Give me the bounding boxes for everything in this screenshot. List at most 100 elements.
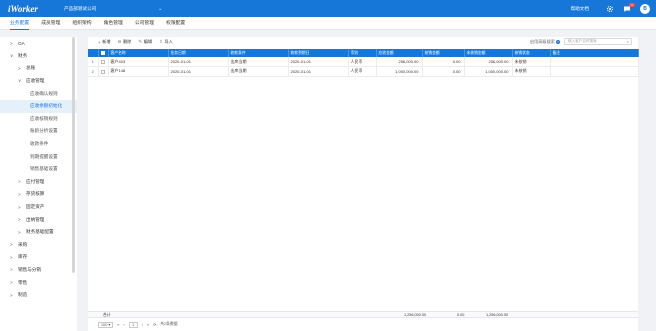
chevron-icon: > bbox=[10, 292, 13, 298]
sidebar-item[interactable]: 收款条件 bbox=[0, 138, 77, 151]
select-all-checkbox[interactable] bbox=[100, 51, 105, 55]
cell-receivable: 1,000,000.00 bbox=[376, 66, 423, 77]
chevron-icon: > bbox=[10, 40, 13, 46]
sidebar-item-label: 应付管理 bbox=[26, 178, 45, 184]
column-header[interactable]: 备注 bbox=[550, 49, 639, 57]
cell-terms: 出库当期 bbox=[228, 66, 289, 77]
chevron-icon: > bbox=[18, 217, 21, 223]
sidebar-item[interactable]: 销售基础设置 bbox=[0, 163, 77, 176]
chevron-icon: > bbox=[18, 179, 21, 185]
nav-tab[interactable]: 业务配置 bbox=[10, 17, 30, 30]
sidebar-item-label: 存货核算 bbox=[26, 191, 45, 197]
add-button[interactable]: + 新增 bbox=[98, 39, 111, 45]
search-input[interactable]: 输入客户名称搜索 ⌕ bbox=[564, 38, 632, 45]
top-bar: iWorker 产品部测试公司 ⌄ 帮助文档 2 B bbox=[0, 0, 656, 17]
nav-tab[interactable]: 成员管理 bbox=[41, 17, 60, 30]
page-size-select[interactable]: 100 ▾ bbox=[98, 321, 114, 328]
sidebar-item[interactable]: > 零售 bbox=[0, 276, 77, 289]
cell-currency: 人民币 bbox=[348, 66, 377, 77]
column-header[interactable] bbox=[88, 49, 99, 57]
column-header[interactable] bbox=[98, 49, 109, 57]
sidebar-item-label: 到期提醒设置 bbox=[30, 153, 58, 159]
message-bell-icon[interactable]: 2 bbox=[623, 2, 635, 13]
column-header[interactable]: 收款条件 bbox=[228, 49, 289, 57]
sidebar-item[interactable]: > 固定资产 bbox=[0, 201, 77, 214]
chevron-icon: > bbox=[10, 267, 13, 273]
search-icon[interactable]: ⌕ bbox=[627, 39, 629, 44]
sidebar-item[interactable]: > 库存 bbox=[0, 251, 77, 264]
column-header[interactable]: 收款到期日 bbox=[288, 49, 349, 57]
sidebar-item[interactable]: > 应付管理 bbox=[0, 176, 77, 189]
company-dropdown-icon[interactable]: ⌄ bbox=[158, 6, 162, 12]
cell-date: 2020-01-01 bbox=[168, 66, 229, 77]
settings-gear-icon[interactable] bbox=[606, 5, 614, 13]
sidebar-item[interactable]: ∨ 财务 bbox=[0, 50, 77, 63]
table-row[interactable]: 2 客户148 2020-01-01 出库当期 2020-01-01 人民币 1,000,0… bbox=[88, 66, 639, 77]
column-header[interactable]: 业务日期 bbox=[168, 49, 229, 57]
sidebar-item[interactable]: > 出纳管理 bbox=[0, 213, 77, 226]
column-header[interactable]: 未核销金额 bbox=[464, 49, 513, 57]
app-logo[interactable]: iWorker bbox=[8, 4, 56, 14]
nav-tab[interactable]: 角色管理 bbox=[104, 17, 123, 30]
prev-page-button[interactable]: ‹ bbox=[123, 323, 124, 327]
company-name[interactable]: 产品部测试公司 bbox=[64, 6, 96, 12]
sidebar-item-label: 收款条件 bbox=[30, 141, 49, 147]
user-avatar[interactable]: B bbox=[640, 3, 650, 14]
cell-remaining: 256,000.00 bbox=[464, 57, 513, 67]
import-button[interactable]: ⇪ 导入 bbox=[159, 39, 173, 45]
receivables-table: 客户名称 业务日期 收款条件 收款到期日 币别 应收金额 核销金额 未核销金额 核销状态 备注 1… bbox=[88, 49, 639, 77]
row-index: 2 bbox=[88, 66, 99, 77]
refresh-icon[interactable]: ⟳ bbox=[153, 322, 156, 327]
column-header[interactable]: 币别 bbox=[348, 49, 377, 57]
import-label: 导入 bbox=[164, 39, 173, 44]
help-question-icon[interactable]: ? bbox=[556, 39, 560, 44]
chevron-icon: ∨ bbox=[10, 52, 14, 58]
advanced-search-label: 启用高级搜索 bbox=[529, 38, 555, 44]
cell-customer: 客户148 bbox=[108, 66, 169, 77]
sidebar-item[interactable]: 应收余额初始化 bbox=[0, 99, 77, 113]
sidebar-item[interactable]: > 制造 bbox=[0, 289, 77, 302]
sidebar-item-label: 销售与分销 bbox=[18, 266, 41, 272]
edit-button[interactable]: ✎ 编辑 bbox=[138, 39, 152, 45]
first-page-button[interactable]: « bbox=[117, 323, 119, 327]
help-docs-link[interactable]: 帮助文档 bbox=[571, 6, 589, 12]
sidebar-item[interactable]: 应收确认规则 bbox=[0, 87, 77, 100]
column-header[interactable]: 客户名称 bbox=[108, 49, 169, 57]
page-number-input[interactable]: 1 bbox=[128, 321, 138, 328]
sidebar-item[interactable]: > 财务基础配置 bbox=[0, 226, 77, 239]
column-header[interactable]: 核销状态 bbox=[512, 49, 551, 57]
row-checkbox[interactable] bbox=[100, 59, 105, 64]
advanced-search-toggle[interactable]: 启用高级搜索? bbox=[530, 39, 560, 45]
column-header[interactable]: 应收金额 bbox=[376, 49, 423, 57]
table-header-row: 客户名称 业务日期 收款条件 收款到期日 币别 应收金额 核销金额 未核销金额 核销状态 备注 bbox=[88, 49, 639, 57]
last-page-button[interactable]: » bbox=[147, 323, 149, 327]
nav-tab[interactable]: 组织架构 bbox=[72, 17, 91, 30]
nav-tab[interactable]: 权限配置 bbox=[166, 17, 185, 30]
next-page-button[interactable]: › bbox=[142, 323, 143, 327]
sidebar-item[interactable]: > OA bbox=[0, 37, 77, 50]
sidebar-item[interactable]: > 总账 bbox=[0, 62, 77, 75]
cell-due: 2020-01-01 bbox=[288, 57, 349, 67]
cell-currency: 人民币 bbox=[348, 57, 377, 67]
nav-tab[interactable]: 公司管理 bbox=[135, 17, 154, 30]
sidebar-item[interactable]: 账龄分析设置 bbox=[0, 125, 77, 138]
pagination: 100 ▾ « ‹ 1 › » ⟳ 共2条数据 bbox=[98, 321, 178, 328]
sidebar-item[interactable]: ∨ 应收管理 bbox=[0, 75, 77, 88]
sidebar-item[interactable]: > 存货核算 bbox=[0, 188, 77, 201]
delete-button[interactable]: ⊖ 删除 bbox=[118, 39, 132, 45]
totals-receivable: 1,256,000.00 bbox=[404, 313, 427, 317]
column-header[interactable]: 核销金额 bbox=[422, 49, 465, 57]
sidebar-item[interactable]: > 采购 bbox=[0, 239, 77, 252]
sidebar-scrollbar[interactable] bbox=[72, 37, 75, 273]
sidebar-item[interactable]: > 销售与分销 bbox=[0, 264, 77, 277]
row-index: 1 bbox=[88, 57, 99, 67]
sidebar-item[interactable]: 应收核销规则 bbox=[0, 113, 77, 126]
cell-customer: 客户403 bbox=[108, 57, 169, 67]
row-checkbox[interactable] bbox=[100, 69, 105, 74]
import-icon: ⇪ bbox=[159, 39, 163, 44]
sidebar-item[interactable]: 到期提醒设置 bbox=[0, 150, 77, 163]
chevron-icon: ∨ bbox=[18, 78, 22, 84]
add-label: 新增 bbox=[102, 39, 111, 44]
sidebar-item-label: 财务 bbox=[18, 52, 28, 58]
table-row[interactable]: 1 客户403 2020-01-01 出库当期 2020-01-01 人民币 256,000… bbox=[88, 57, 639, 67]
